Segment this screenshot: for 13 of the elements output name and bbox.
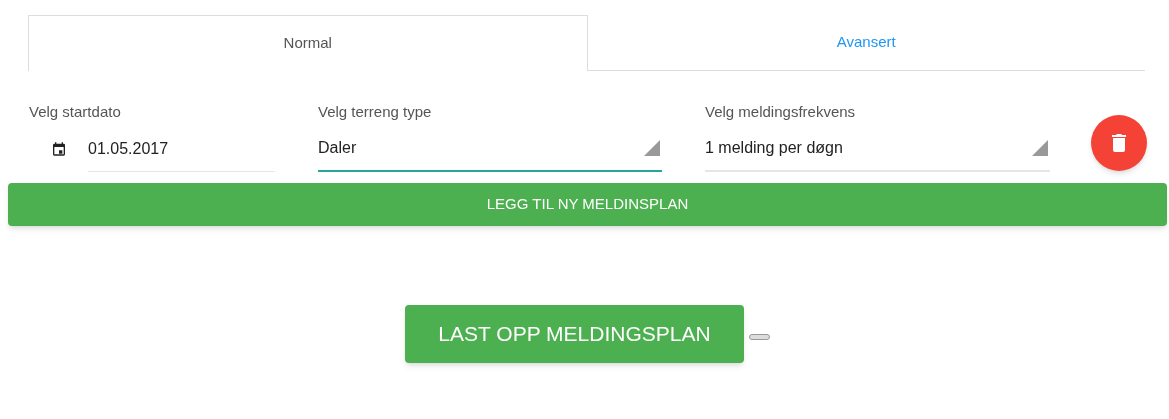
trash-icon	[1112, 134, 1126, 152]
small-toggle[interactable]	[749, 334, 770, 340]
field-label: Velg terreng type	[318, 102, 433, 122]
delete-button[interactable]	[1091, 115, 1147, 171]
calendar-icon	[51, 141, 67, 157]
dropdown-triangle-icon	[1032, 140, 1048, 156]
date-input-field[interactable]: 01.05.2017	[88, 138, 275, 172]
dropdown[interactable]: 1 melding per døgn	[705, 138, 1050, 172]
dropdown-triangle-icon	[644, 140, 660, 156]
tab[interactable]: Normal	[28, 15, 588, 71]
field-label: Velg meldingsfrekvens	[705, 102, 857, 122]
field-label: Velg startdato	[29, 102, 122, 122]
dropdown[interactable]: Daler	[318, 138, 662, 172]
